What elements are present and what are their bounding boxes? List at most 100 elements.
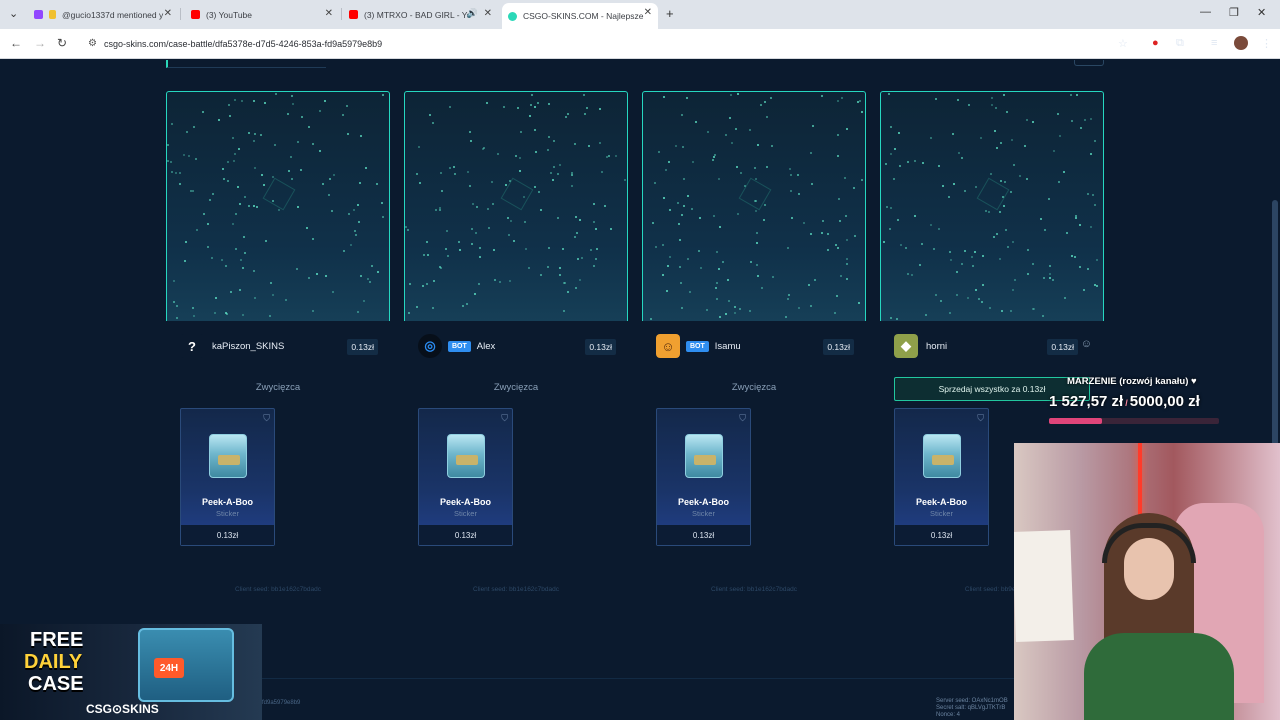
star-particle [689,290,692,293]
star-particle [755,242,758,245]
star-particle [498,280,501,283]
star-particle [822,220,825,223]
star-particle [743,185,746,188]
profile-avatar[interactable] [1234,36,1248,50]
tab-search-icon[interactable]: ⌄ [9,7,18,20]
battle-slot [880,91,1104,321]
star-particle [1006,245,1009,248]
item-card[interactable]: ⛉ Peek-A-Boo Sticker 0.13zł [656,408,751,546]
star-particle [479,247,482,250]
star-particle [331,210,334,213]
address-bar[interactable]: ⚙ csgo-skins.com/case-battle/dfa5378e-d7… [80,33,1140,55]
extensions-icon[interactable]: ⧉ [1176,37,1184,50]
winner-label: Zwycięzca [255,382,301,393]
promo-line: DAILY [24,651,83,673]
menu-icon[interactable]: ⋮ [1261,37,1272,50]
extension-adblock-icon[interactable]: ● [1152,37,1159,49]
provably-fair-info: Server seed: OAxNc1mOB Secret salt: qBLV… [936,698,1008,719]
window-close-icon[interactable]: ✕ [1257,6,1266,19]
close-icon[interactable]: ✕ [164,8,172,19]
star-particle [937,227,940,230]
star-particle [1048,264,1051,267]
star-particle [895,317,898,320]
star-particle [905,246,908,249]
minimize-icon[interactable]: — [1200,6,1211,18]
new-tab-icon[interactable]: + [666,6,674,21]
player-name[interactable]: Alex [477,341,495,352]
star-particle [788,293,791,296]
star-particle [1025,177,1028,180]
star-particle [179,172,182,175]
star-particle [990,103,993,106]
star-particle [675,145,678,148]
star-particle [191,190,194,193]
forward-icon[interactable]: → [34,36,46,50]
goal-amount: 1 527,57 zł/5000,00 zł [1049,393,1200,410]
star-particle [977,297,980,300]
star-particle [952,132,955,135]
star-particle [316,273,319,276]
emoji-icon[interactable]: ☺ [1081,338,1092,350]
star-particle [265,239,268,242]
sound-toggle-button[interactable] [1074,60,1104,66]
back-icon[interactable]: ← [10,36,22,50]
star-particle [907,273,909,276]
star-particle [889,126,892,129]
tab-csgo-skins[interactable]: CSGO-SKINS.COM - Najlepsze ✕ [502,3,658,29]
item-card[interactable]: ⛉ Peek-A-Boo Sticker 0.13zł [894,408,989,546]
star-particle [999,179,1002,182]
star-particle [311,309,314,312]
star-particle [974,289,977,292]
item-price: 0.13zł [181,525,274,545]
maximize-icon[interactable]: ❐ [1229,6,1239,19]
star-particle [1031,308,1034,311]
close-icon[interactable]: ✕ [644,7,652,18]
star-particle [193,315,196,318]
case-image [447,434,485,478]
star-particle [861,111,863,114]
star-particle [728,117,731,120]
star-particle [534,106,536,109]
star-particle [664,168,667,171]
star-particle [668,160,671,163]
star-particle [1000,141,1003,144]
star-particle [668,255,671,258]
star-particle [1071,119,1074,122]
tab-youtube-music[interactable]: (3) MTRXO - BAD GIRL - Yo 🔊 ✕ [343,4,498,25]
reload-icon[interactable]: ↻ [57,36,67,50]
star-particle [661,273,664,276]
star-particle [1027,273,1030,276]
star-particle [719,316,722,319]
star-particle [858,100,861,103]
star-particle [318,149,321,152]
star-particle [834,244,837,247]
item-card[interactable]: ⛉ Peek-A-Boo Sticker 0.13zł [180,408,275,546]
bookmark-star-icon[interactable]: ☆ [1118,37,1128,50]
star-particle [324,99,327,102]
star-particle [932,248,935,251]
reading-list-icon[interactable]: ≡ [1211,37,1217,49]
player-name[interactable]: horni [926,341,947,352]
star-particle [676,202,679,205]
tab-twitch[interactable]: @gucio1337d mentioned y ✕ [28,4,178,25]
star-particle [226,313,229,316]
star-particle [993,235,995,238]
star-particle [987,210,990,213]
player-name[interactable]: Isamu [715,341,741,352]
star-particle [530,103,532,106]
tab-youtube[interactable]: (3) YouTube ✕ [185,4,339,25]
star-particle [739,171,742,174]
close-icon[interactable]: ✕ [484,8,492,19]
close-icon[interactable]: ✕ [325,8,333,19]
site-settings-icon[interactable]: ⚙ [88,38,97,49]
star-particle [1051,278,1054,281]
item-type: Sticker [454,509,477,518]
star-particle [650,317,653,320]
item-card[interactable]: ⛉ Peek-A-Boo Sticker 0.13zł [418,408,513,546]
star-particle [311,238,314,241]
item-name: Peek-A-Boo [677,497,729,507]
star-particle [517,107,520,110]
player-name[interactable]: kaPiszon_SKINS [212,341,284,352]
speaker-icon[interactable]: 🔊 [467,8,478,19]
star-particle [858,301,861,304]
